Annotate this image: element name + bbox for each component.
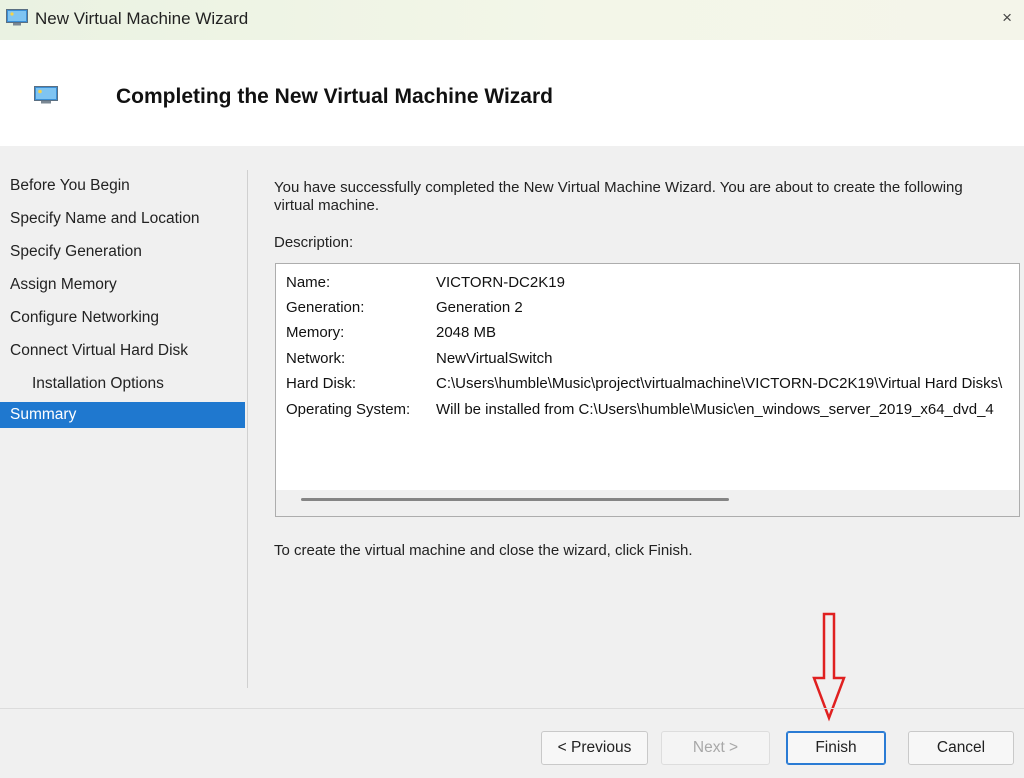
detail-key: Name: — [286, 274, 331, 291]
horizontal-scrollbar[interactable] — [276, 490, 1019, 516]
cancel-button[interactable]: Cancel — [908, 731, 1014, 765]
intro-text: You have successfully completed the New … — [274, 179, 963, 214]
wizard-header: Completing the New Virtual Machine Wizar… — [0, 40, 1024, 146]
window-title: New Virtual Machine Wizard — [35, 9, 249, 28]
next-button[interactable]: Next > — [661, 731, 770, 765]
wizard-steps-nav: Before You Begin Specify Name and Locati… — [0, 170, 248, 690]
previous-button[interactable]: < Previous — [541, 731, 648, 765]
detail-key: Operating System: — [286, 401, 411, 418]
detail-value: Generation 2 — [436, 299, 523, 316]
step-installation-options[interactable]: Installation Options — [0, 371, 245, 397]
finish-button[interactable]: Finish — [786, 731, 886, 765]
down-arrow-annotation-icon — [812, 612, 846, 722]
close-icon[interactable]: × — [1002, 8, 1012, 28]
description-box[interactable]: Name: VICTORN-DC2K19 Generation: Generat… — [275, 263, 1020, 517]
detail-value: 2048 MB — [436, 324, 497, 341]
sidebar-divider — [247, 170, 248, 688]
footer-divider — [0, 708, 1024, 709]
step-configure-networking[interactable]: Configure Networking — [0, 305, 245, 331]
step-specify-generation[interactable]: Specify Generation — [0, 239, 245, 265]
finish-instruction: To create the virtual machine and close … — [274, 542, 693, 559]
step-summary[interactable]: Summary — [0, 402, 245, 428]
detail-key: Memory: — [286, 324, 345, 341]
page-title: Completing the New Virtual Machine Wizar… — [116, 85, 553, 108]
step-connect-virtual-hard-disk[interactable]: Connect Virtual Hard Disk — [0, 338, 245, 364]
step-assign-memory[interactable]: Assign Memory — [0, 272, 245, 298]
detail-key: Network: — [286, 350, 346, 367]
virtual-machine-icon — [6, 9, 28, 26]
detail-key: Generation: — [286, 299, 365, 316]
detail-value: Will be installed from C:\Users\humble\M… — [436, 401, 994, 418]
title-bar: New Virtual Machine Wizard × — [0, 0, 1024, 40]
virtual-machine-icon — [34, 86, 58, 104]
step-specify-name-and-location[interactable]: Specify Name and Location — [0, 206, 245, 232]
detail-value: VICTORN-DC2K19 — [436, 274, 565, 291]
detail-value: C:\Users\humble\Music\project\virtualmac… — [436, 375, 1003, 392]
detail-value: NewVirtualSwitch — [436, 350, 553, 367]
description-label: Description: — [274, 234, 354, 251]
detail-key: Hard Disk: — [286, 375, 357, 392]
scrollbar-thumb[interactable] — [301, 498, 729, 501]
step-before-you-begin[interactable]: Before You Begin — [0, 173, 245, 199]
